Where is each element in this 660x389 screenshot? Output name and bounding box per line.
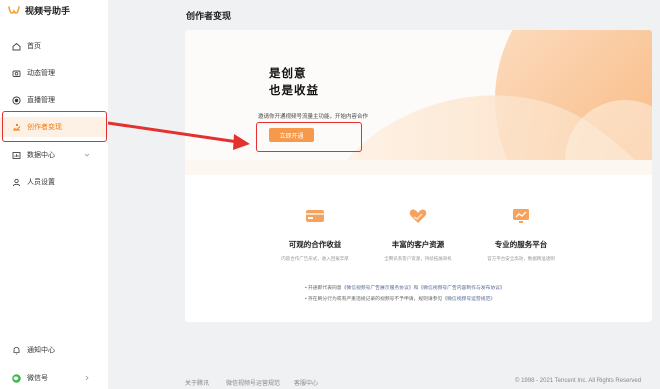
note-text: • 开通即代表同意 xyxy=(305,286,342,291)
footer-about-link[interactable]: 关于腾讯 xyxy=(185,378,209,387)
annotation-box-button xyxy=(256,122,362,152)
agreement-notes: • 开通即代表同意《微信视频号广告展示服务协议》和《微信视频号广告内容制作与发布… xyxy=(305,283,505,305)
note-text: • 存在刷分行为或有严重违规记录的视频号不予申请，规则请参见 xyxy=(305,297,443,302)
sidebar-item-label: 动态管理 xyxy=(27,70,55,77)
page-title: 创作者变现 xyxy=(186,11,232,21)
feature-title: 丰富的客户资源 xyxy=(391,240,445,249)
feature-resources: 丰富的客户资源 全腾讯系客户资源，持续拓展商机 xyxy=(358,207,478,262)
wechat-avatar-icon xyxy=(12,373,21,383)
chart-icon xyxy=(12,151,21,160)
channels-logo-icon xyxy=(8,5,20,14)
sidebar-item-account[interactable]: 微信号 xyxy=(0,368,108,388)
header: 创作者变现 xyxy=(108,0,660,28)
person-icon xyxy=(12,178,21,187)
sidebar-item-staff[interactable]: 人员设置 xyxy=(0,172,108,192)
ad-content-agreement-link[interactable]: 《微信视频号广告内容制作与发布协议》 xyxy=(418,286,504,291)
annotation-box-sidebar xyxy=(2,111,107,142)
feature-title: 专业的服务平台 xyxy=(494,240,548,249)
bell-icon xyxy=(12,346,21,355)
trend-icon xyxy=(513,209,529,223)
feature-desc: 全腾讯系客户资源，持续拓展商机 xyxy=(384,256,452,261)
sidebar-item-label: 通知中心 xyxy=(27,347,55,354)
live-icon xyxy=(12,95,21,105)
camera-icon xyxy=(12,69,21,78)
feature-platform: 专业的服务平台 官方平台安全高效，数据精准透明 xyxy=(461,207,581,262)
note-line-1: • 开通即代表同意《微信视频号广告展示服务协议》和《微信视频号广告内容制作与发布… xyxy=(305,283,505,294)
hero-title: 是创意 也是收益 xyxy=(269,66,319,100)
card-icon xyxy=(306,210,324,222)
hero-background xyxy=(185,30,652,175)
hero-title-line2: 也是收益 xyxy=(269,85,319,97)
sidebar: 视频号助手 首页 动态管理 直播管理 创作者变现 数据中心 人员设置 通知中心 … xyxy=(0,0,108,389)
operation-rules-link[interactable]: 《微信视频号运营规范》 xyxy=(442,297,495,302)
heart-hand-icon xyxy=(409,209,427,223)
app-name: 视频号助手 xyxy=(25,6,71,16)
sidebar-item-notifications[interactable]: 通知中心 xyxy=(0,340,108,360)
monetization-card: 是创意 也是收益 邀请你开通视频号流量主功能，开始内容合作 立即开通 可观的合作… xyxy=(185,30,652,322)
sidebar-item-data-center[interactable]: 数据中心 xyxy=(0,145,108,165)
feature-title: 可观的合作收益 xyxy=(288,240,342,249)
sidebar-item-posts[interactable]: 动态管理 xyxy=(0,63,108,83)
hero-subtitle: 邀请你开通视频号流量主功能，开始内容合作 xyxy=(258,114,369,120)
chevron-down-icon[interactable] xyxy=(84,152,90,158)
ad-display-agreement-link[interactable]: 《微信视频号广告展示服务协议》 xyxy=(342,286,414,291)
feature-desc: 官方平台安全高效，数据精准透明 xyxy=(487,256,555,261)
home-icon xyxy=(12,42,21,51)
feature-desc: 内容合作广告形式，收入回报丰厚 xyxy=(281,256,349,261)
hero-banner: 是创意 也是收益 邀请你开通视频号流量主功能，开始内容合作 立即开通 xyxy=(185,30,652,175)
sidebar-item-label: 人员设置 xyxy=(27,179,55,186)
feature-revenue: 可观的合作收益 内容合作广告形式，收入回报丰厚 xyxy=(255,207,375,262)
sidebar-item-label: 直播管理 xyxy=(27,97,55,104)
footer-service-link[interactable]: 客服中心 xyxy=(294,378,318,387)
chevron-right-icon[interactable] xyxy=(84,375,90,381)
brand: 视频号助手 xyxy=(8,4,70,17)
sidebar-item-label: 数据中心 xyxy=(27,152,55,159)
sidebar-item-home[interactable]: 首页 xyxy=(0,36,108,56)
sidebar-item-live[interactable]: 直播管理 xyxy=(0,90,108,110)
hero-title-line1: 是创意 xyxy=(269,68,307,80)
note-line-2: • 存在刷分行为或有严重违规记录的视频号不予申请，规则请参见《微信视频号运营规范… xyxy=(305,294,505,305)
sidebar-item-label: 微信号 xyxy=(27,375,48,382)
footer-copyright: © 1998 - 2021 Tencent Inc. All Rights Re… xyxy=(515,378,642,384)
sidebar-item-label: 首页 xyxy=(27,43,41,50)
footer-rules-link[interactable]: 微信视频号运营规范 xyxy=(226,378,280,387)
